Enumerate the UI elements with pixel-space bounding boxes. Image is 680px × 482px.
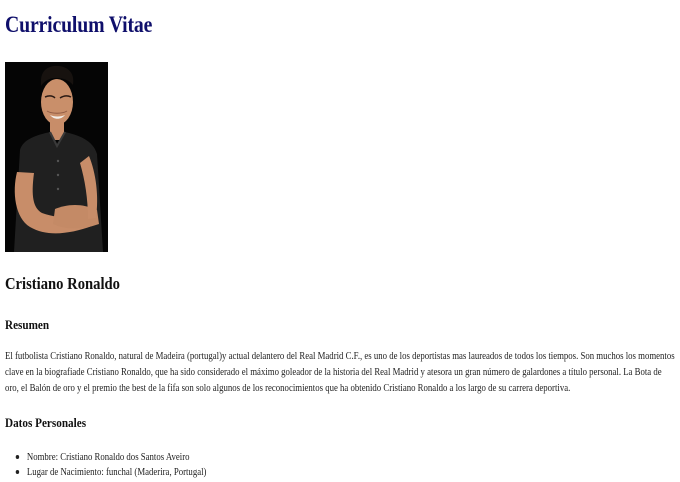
summary-paragraph: El futbolista Cristiano Ronaldo, natural… [5, 351, 675, 394]
summary-heading: Resumen [5, 317, 50, 332]
page-title: Curriculum Vitae [5, 12, 153, 37]
personal-data-heading: Datos Personales [5, 415, 87, 430]
list-item-birthplace: Lugar de Nacimiento: funchal (Maderira, … [14, 465, 206, 480]
cv-page: Curriculum Vitae Cristiano Ronaldo Resum… [0, 0, 680, 482]
bullet-icon [15, 470, 20, 474]
birthplace-text: Lugar de Nacimiento: funchal (Maderira, … [26, 467, 207, 478]
bullet-icon [15, 455, 20, 459]
list-item-full-name: Nombre: Cristiano Ronaldo dos Santos Ave… [14, 450, 206, 465]
person-name: Cristiano Ronaldo [5, 274, 120, 293]
full-name-text: Nombre: Cristiano Ronaldo dos Santos Ave… [26, 452, 190, 463]
profile-photo [5, 62, 108, 252]
personal-data-list: Nombre: Cristiano Ronaldo dos Santos Ave… [14, 450, 206, 480]
